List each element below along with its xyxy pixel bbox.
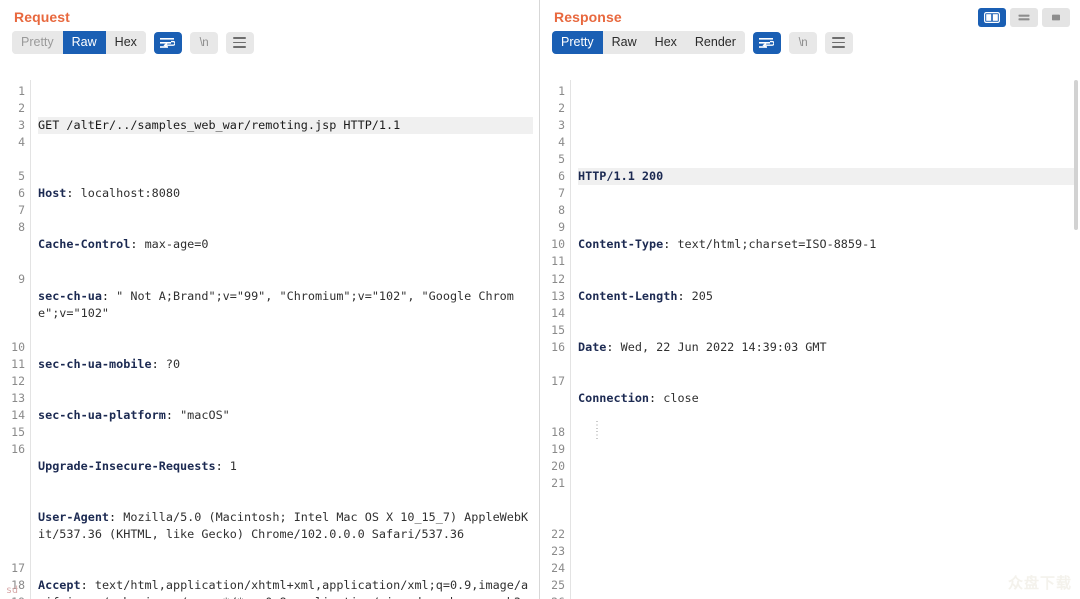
word-wrap-icon[interactable] [752, 31, 781, 54]
tab-response-hex[interactable]: Hex [645, 31, 686, 54]
tab-response-render[interactable]: Render [685, 31, 745, 54]
newline-label: \n [199, 36, 209, 49]
request-corner-note: sd [6, 585, 19, 596]
watermark: 众盘下载 [1007, 575, 1072, 592]
request-header-row: Cache-Control: max-age=0 [38, 237, 209, 252]
word-wrap-icon[interactable] [153, 31, 182, 54]
tab-request-raw[interactable]: Raw [62, 31, 106, 54]
tab-response-raw[interactable]: Raw [602, 31, 646, 54]
fold-marker[interactable]: ⋮ [592, 431, 602, 441]
hamburger-glyph [832, 37, 846, 48]
response-status-line: HTTP/1.1 200 [578, 168, 1074, 186]
request-title: Request [14, 9, 70, 25]
request-header-row: Host: localhost:8080 [38, 186, 181, 201]
request-header-row: sec-ch-ua-mobile: ?0 [38, 356, 181, 371]
http-message-viewer: Request Pretty Raw Hex \n 1 2 3 4 5 6 7 … [0, 0, 1080, 599]
request-body-text[interactable]: GET /altEr/../samples_web_war/remoting.j… [31, 80, 539, 599]
response-body-text[interactable]: ⋮ ⋮ HTTP/1.1 200 Content-Type: text/html… [571, 80, 1080, 599]
newline-icon[interactable]: \n [788, 31, 817, 54]
response-panel: Response Pretty Raw Hex Render \n 1 2 3 … [540, 0, 1080, 599]
response-header-row: Date: Wed, 22 Jun 2022 14:39:03 GMT [578, 339, 827, 354]
layout-switch [978, 8, 1070, 27]
request-line: GET /altEr/../samples_web_war/remoting.j… [38, 117, 533, 135]
request-editor[interactable]: 123 4. 567 8.. 9... 10111213 1415 16... … [0, 80, 539, 599]
request-header-row: Accept: text/html,application/xhtml+xml,… [38, 578, 529, 599]
request-view-tabs: Pretty Raw Hex [12, 31, 146, 54]
menu-icon[interactable] [824, 31, 853, 54]
request-header-row: sec-ch-ua: " Not A;Brand";v="99", "Chrom… [38, 288, 514, 320]
request-header-row: sec-ch-ua-platform: "macOS" [38, 407, 230, 422]
request-toolbar: Pretty Raw Hex \n [0, 25, 539, 60]
single-pane-icon[interactable] [1042, 8, 1070, 27]
newline-icon[interactable]: \n [189, 31, 218, 54]
request-header-row: User-Agent: Mozilla/5.0 (Macintosh; Inte… [38, 510, 529, 542]
tab-request-pretty[interactable]: Pretty [12, 31, 63, 54]
response-header-row: Content-Type: text/html;charset=ISO-8859… [578, 237, 877, 252]
response-view-tabs: Pretty Raw Hex Render [552, 31, 745, 54]
response-header-row: Connection: close [578, 390, 699, 405]
tab-request-hex[interactable]: Hex [105, 31, 146, 54]
response-toolbar: Pretty Raw Hex Render \n [540, 25, 1080, 60]
response-line-numbers: 1234 5678 9101112 13141516 . 17.. 181920… [540, 80, 571, 599]
response-header-row: Content-Length: 205 [578, 288, 713, 303]
response-scrollbar[interactable] [1074, 80, 1080, 599]
menu-icon[interactable] [225, 31, 254, 54]
response-editor[interactable]: 1234 5678 9101112 13141516 . 17.. 181920… [540, 80, 1080, 599]
hamburger-glyph [233, 37, 247, 48]
request-line-numbers: 123 4. 567 8.. 9... 10111213 1415 16... … [0, 80, 31, 599]
split-horizontal-icon[interactable] [1010, 8, 1038, 27]
split-vertical-icon[interactable] [978, 8, 1006, 27]
fold-marker[interactable]: ⋮ [592, 421, 602, 431]
newline-label: \n [798, 36, 808, 49]
request-header-row: Upgrade-Insecure-Requests: 1 [38, 459, 237, 474]
tab-response-pretty[interactable]: Pretty [552, 31, 603, 54]
request-panel: Request Pretty Raw Hex \n 1 2 3 4 5 6 7 … [0, 0, 540, 599]
